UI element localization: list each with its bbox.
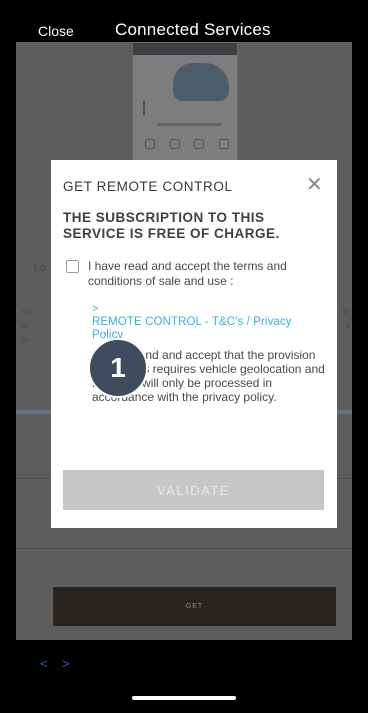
close-x-icon[interactable]: ✕ — [306, 174, 323, 196]
home-indicator[interactable] — [132, 696, 236, 700]
link-arrow-icon: > — [92, 303, 99, 315]
vehicle-info-text — [143, 101, 165, 115]
background-text-right: le a — [342, 306, 350, 330]
vehicle-image-header — [133, 43, 237, 55]
get-button[interactable]: GET — [53, 587, 336, 626]
car-icon — [173, 63, 229, 101]
dialog-subtitle: THE SUBSCRIPTION TO THIS SERVICE IS FREE… — [63, 210, 280, 241]
phone-screen: Close Connected Services Lo Yo is su le … — [16, 0, 352, 713]
feature-icon — [194, 139, 205, 149]
feature-icon — [169, 139, 180, 149]
page-title: Connected Services — [115, 20, 271, 39]
subscription-dialog: GET REMOTE CONTROL ✕ THE SUBSCRIPTION TO… — [51, 160, 337, 528]
background-text-left: Yo is su — [21, 306, 32, 344]
background-divider — [16, 548, 352, 549]
vehicle-image — [132, 42, 238, 170]
vehicle-caption — [157, 123, 221, 126]
app-header: Close Connected Services — [16, 0, 352, 42]
step-number-badge: 1 — [88, 338, 148, 398]
chevron-right-icon[interactable]: > — [62, 656, 70, 671]
chevron-left-icon[interactable]: < — [40, 656, 48, 671]
terms-label: I have read and accept the terms and con… — [88, 259, 287, 288]
background-heading: Lo — [34, 262, 47, 274]
close-button[interactable]: Close — [38, 23, 74, 39]
feature-icon — [145, 139, 155, 149]
terms-link[interactable]: REMOTE CONTROL - T&C's / Privacy Policy — [92, 316, 322, 342]
feature-icon — [218, 139, 229, 149]
validate-button[interactable]: VALIDATE — [63, 470, 324, 510]
dialog-title: GET REMOTE CONTROL — [63, 179, 233, 194]
terms-checkbox[interactable] — [66, 260, 79, 273]
vehicle-icon-row — [145, 139, 229, 151]
